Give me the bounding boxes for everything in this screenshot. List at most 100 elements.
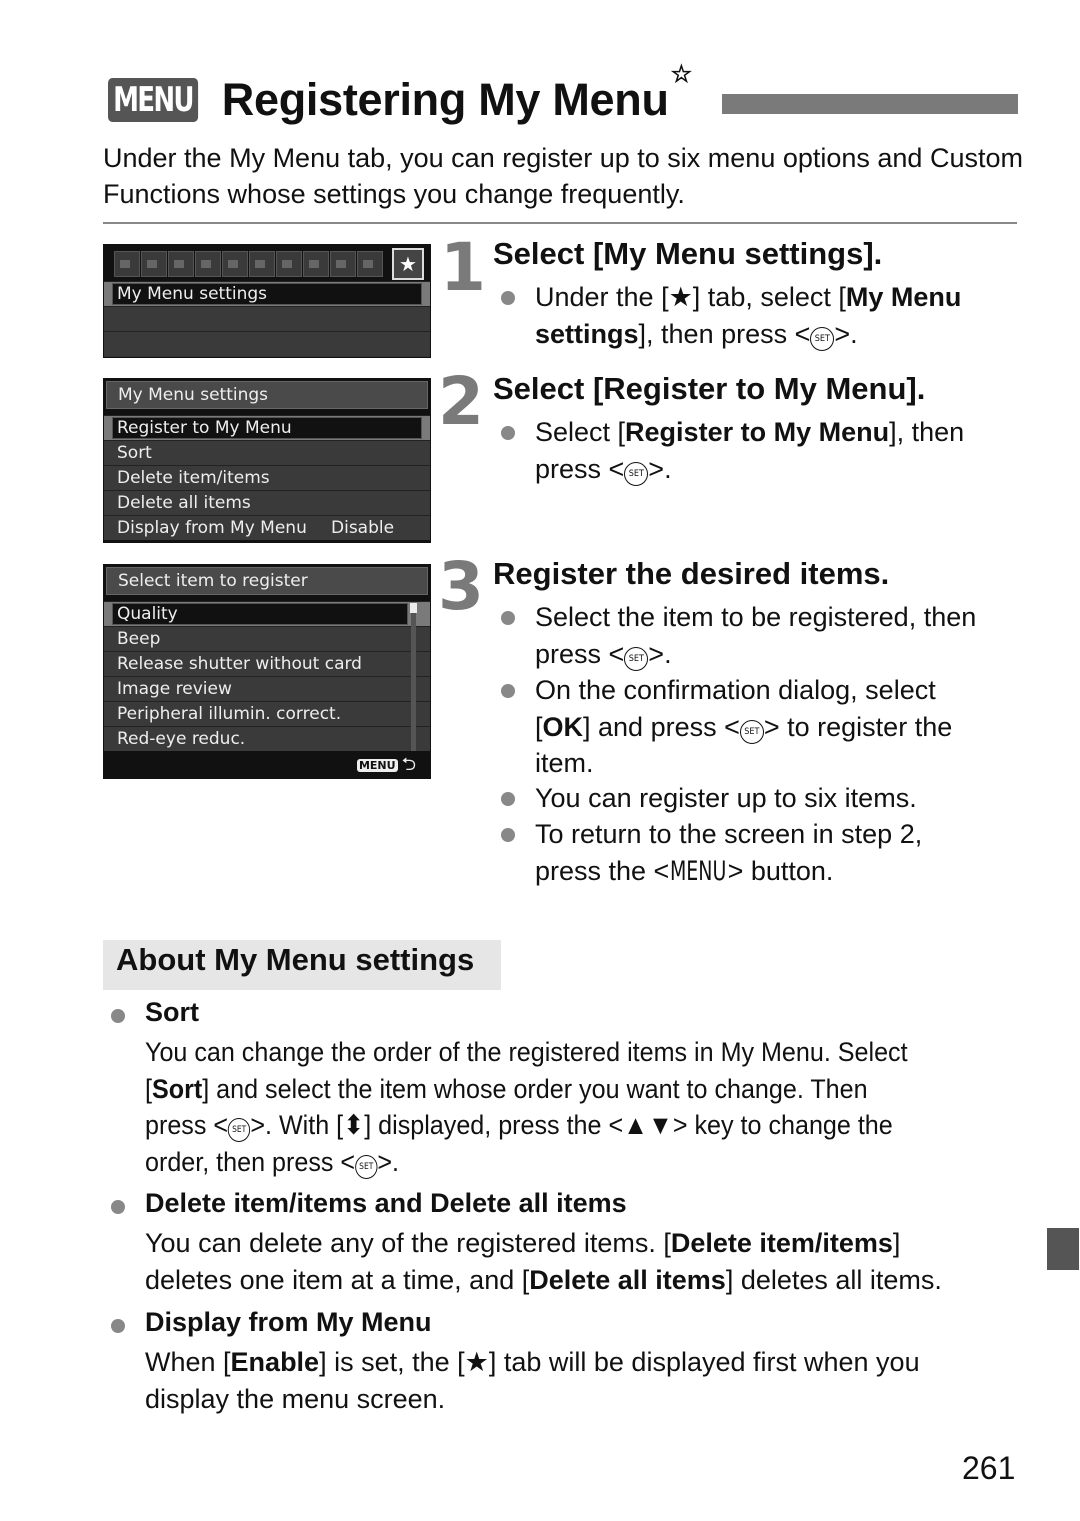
- step-title: Select [My Menu settings].: [493, 236, 883, 271]
- text: ]: [892, 1228, 901, 1258]
- text-line: [Sort] and select the item whose order y…: [145, 1071, 868, 1108]
- title-row: MENU Registering My Menu☆: [108, 61, 692, 128]
- text: ] deletes all items.: [725, 1264, 942, 1295]
- text: item.: [535, 748, 594, 778]
- list-item[interactable]: Image review: [104, 676, 430, 701]
- scrollbar-thumb[interactable]: [410, 603, 417, 613]
- bold-text: Delete all items: [529, 1264, 726, 1295]
- bullet-icon: [501, 611, 515, 625]
- set-button-icon: SET: [355, 1154, 378, 1179]
- text: ], then press <: [638, 318, 811, 349]
- section-heading: About My Menu settings: [116, 942, 475, 977]
- menu-row-label: Delete item/items: [117, 468, 270, 488]
- text: display the menu screen.: [145, 1383, 446, 1414]
- bullet-icon: [501, 291, 515, 305]
- set-button-icon: SET: [739, 719, 764, 744]
- menu-icon: MENU: [108, 78, 198, 122]
- bullet-icon: [111, 1319, 125, 1333]
- subsection-heading: Sort: [145, 997, 199, 1027]
- menu-row-delete-item[interactable]: Delete item/items: [104, 465, 430, 490]
- bullet-icon: [111, 1200, 125, 1214]
- step-instruction: Under the [★] tab, select [My Menu setti…: [535, 279, 1015, 352]
- menu-button-icon: MENU: [356, 758, 398, 772]
- text: ] tab, select [: [692, 282, 846, 312]
- text: ], then: [889, 417, 965, 447]
- subsection-body: You can change the order of the register…: [145, 1034, 1025, 1180]
- text: press <: [535, 453, 625, 484]
- menu-row-display-from-my-menu[interactable]: Display from My Menu Disable: [104, 515, 430, 540]
- menu-row-delete-all[interactable]: Delete all items: [104, 490, 430, 515]
- text: Under the [: [535, 282, 669, 312]
- bold-text: OK: [542, 711, 584, 742]
- setup-wrench-tab-icon[interactable]: [330, 251, 356, 277]
- text: ] tab will be displayed first when you: [488, 1347, 920, 1377]
- menu-row-empty: [104, 331, 430, 356]
- star-icon: ★: [668, 282, 693, 312]
- menu-row-label: My Menu settings: [117, 284, 268, 304]
- camera-screen-select-item: Select item to register Quality Beep Rel…: [103, 564, 431, 779]
- text: You can delete any of the registered ite…: [145, 1228, 671, 1258]
- menu-tab-bar: ★: [104, 245, 430, 281]
- bold-text: settings: [535, 318, 639, 349]
- playback-tab-icon[interactable]: [222, 251, 248, 277]
- menu-button-icon: MENU: [670, 855, 727, 887]
- text: Select [: [535, 417, 626, 447]
- text: ] and press <: [583, 711, 740, 742]
- text: press <: [145, 1110, 229, 1140]
- shooting-tab-icon[interactable]: [114, 251, 140, 277]
- custom-functions-tab-icon[interactable]: [357, 251, 383, 277]
- shooting-tab-icon[interactable]: [168, 251, 194, 277]
- text: ] displayed, press the <: [364, 1110, 624, 1140]
- divider: [103, 222, 1017, 224]
- text: >. With [: [250, 1110, 344, 1140]
- text: ] is set, the [: [319, 1347, 465, 1377]
- bullet-icon: [501, 792, 515, 806]
- text-line: press < SET >. With [⬍] displayed, press t…: [145, 1107, 893, 1144]
- bold-text: Enable: [230, 1347, 320, 1377]
- set-button-icon: SET: [624, 646, 649, 671]
- setup-wrench-tab-icon[interactable]: [303, 251, 329, 277]
- menu-row-my-menu-settings[interactable]: My Menu settings: [104, 281, 430, 306]
- list-item-label: Image review: [117, 679, 232, 699]
- scrollbar[interactable]: [411, 603, 416, 751]
- list-item-label: Red-eye reduc.: [117, 729, 246, 749]
- page-title: Registering My Menu☆: [222, 61, 692, 126]
- step-number: 2: [438, 363, 484, 440]
- list-item[interactable]: Release shutter without card: [104, 651, 430, 676]
- playback-tab-icon[interactable]: [249, 251, 275, 277]
- menu-row-empty: [104, 306, 430, 331]
- list-item[interactable]: Peripheral illumin. correct.: [104, 701, 430, 726]
- step-title: Select [Register to My Menu].: [493, 371, 926, 406]
- menu-row-label: Display from My Menu: [117, 518, 307, 538]
- menu-row-register[interactable]: Register to My Menu: [104, 415, 430, 440]
- my-menu-star-tab-icon[interactable]: ★: [392, 248, 424, 280]
- text: ] and select the item whose order you wa…: [202, 1073, 868, 1104]
- list-item[interactable]: Beep: [104, 626, 430, 651]
- text: press the <: [535, 855, 670, 886]
- bold-text: My Menu: [845, 282, 962, 312]
- list-item-label: Release shutter without card: [117, 654, 362, 674]
- text: >.: [648, 638, 672, 669]
- step-instruction: To return to the screen in step 2, press…: [535, 816, 1025, 890]
- shooting-tab-icon[interactable]: [141, 251, 167, 277]
- list-item-label: Beep: [117, 629, 161, 649]
- camera-screen-my-menu-settings: My Menu settings Register to My Menu Sor…: [103, 378, 431, 543]
- camera-screen-my-menu-tab: ★ My Menu settings: [103, 244, 431, 358]
- screen-header-text: Select item to register: [118, 571, 308, 591]
- screen-footer: MENU ⮌: [356, 756, 416, 774]
- shooting-tab-icon[interactable]: [195, 251, 221, 277]
- setup-wrench-tab-icon[interactable]: [276, 251, 302, 277]
- menu-row-sort[interactable]: Sort: [104, 440, 430, 465]
- text: When [: [145, 1347, 231, 1377]
- screen-header: Select item to register: [106, 567, 428, 595]
- step-title: Register the desired items.: [493, 556, 890, 591]
- list-item[interactable]: Red-eye reduc.: [104, 726, 430, 751]
- text: >.: [377, 1146, 400, 1177]
- list-item[interactable]: Quality: [104, 601, 430, 626]
- set-button-icon: SET: [228, 1118, 251, 1142]
- bullet-icon: [501, 426, 515, 440]
- step-instruction: You can register up to six items.: [535, 780, 1025, 817]
- text-line: order, then press < SET >.: [145, 1144, 399, 1181]
- subsection-heading: Delete item/items and Delete all items: [145, 1188, 627, 1218]
- subsection-body: You can delete any of the registered ite…: [145, 1225, 1025, 1298]
